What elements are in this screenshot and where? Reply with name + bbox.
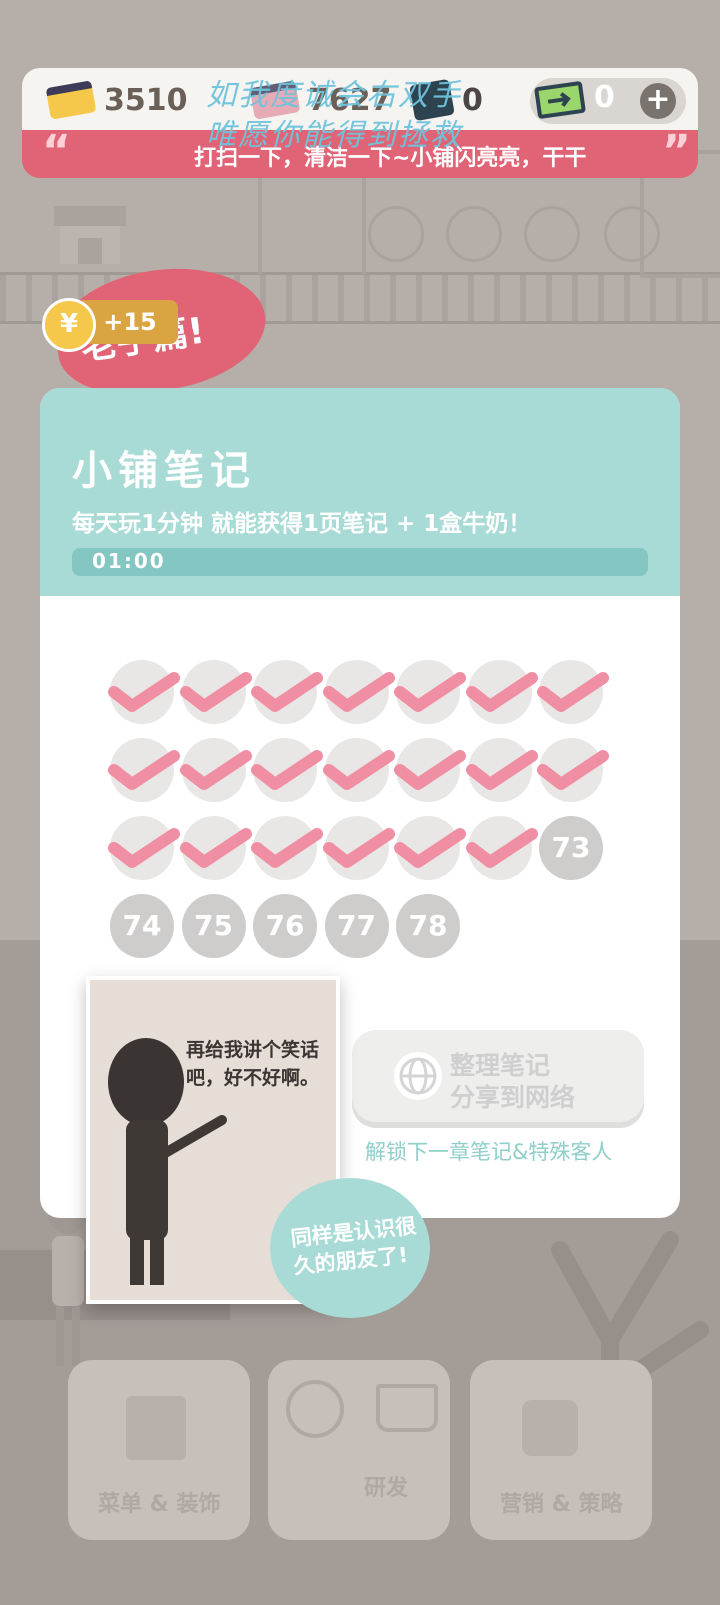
- checkmark-icon: [465, 672, 538, 712]
- day-checked: [251, 816, 323, 880]
- share-button[interactable]: 整理笔记 分享到网络: [352, 1030, 644, 1122]
- photo-speech-text: 再给我讲个笑话吧，好不好啊。: [186, 1039, 320, 1089]
- day-locked: 76: [253, 894, 317, 958]
- checkmark-icon: [251, 750, 323, 790]
- day-checked: [394, 738, 466, 802]
- checkmark-icon: [251, 828, 323, 868]
- checkmark-icon: [108, 750, 180, 790]
- day-checked: [322, 816, 395, 880]
- checkmark-icon: [179, 672, 252, 712]
- checkmark-icon: [251, 672, 323, 712]
- unlock-hint: 解锁下一章笔记&特殊客人: [365, 1140, 613, 1164]
- menu-tile-middle[interactable]: 研发: [268, 1360, 450, 1540]
- menu-right-label: 营销 & 策略: [500, 1492, 623, 1517]
- day-checked: [465, 738, 538, 802]
- checkmark-icon: [108, 828, 180, 868]
- checkmark-icon: [322, 828, 395, 868]
- day-checked: [108, 816, 180, 880]
- checkmark-icon: [465, 828, 538, 868]
- day-checked: [179, 816, 252, 880]
- day-checked: [465, 660, 538, 724]
- day-locked: 73: [539, 816, 603, 880]
- day-checked: [322, 738, 395, 802]
- checkmark-icon: [394, 750, 466, 790]
- share-label-line1: 整理笔记: [450, 1051, 551, 1080]
- basket-icon: [376, 1384, 438, 1432]
- day-locked: 75: [181, 894, 246, 958]
- day-checked: [179, 738, 252, 802]
- day-checked: [394, 660, 466, 724]
- day-checked: [465, 816, 538, 880]
- dice-icon: [522, 1400, 578, 1456]
- globe-icon: [394, 1052, 442, 1100]
- menu-tile-left[interactable]: 菜单 & 装饰: [68, 1360, 250, 1540]
- day-checked: [537, 738, 609, 802]
- day-checked: [108, 738, 180, 802]
- day-locked: 74: [110, 894, 174, 958]
- tickets-value: 0: [594, 80, 615, 115]
- add-currency-button[interactable]: +: [640, 83, 676, 119]
- menu-left-label: 菜单 & 装饰: [98, 1492, 221, 1517]
- checkmark-icon: [394, 828, 466, 868]
- currency-cards[interactable]: 3510: [45, 78, 188, 122]
- watermark-line1: 如我度诚会右双手: [206, 78, 462, 113]
- day-locked: 77: [324, 894, 389, 958]
- day-locked: 78: [396, 894, 460, 958]
- watermark-line2: 唯愿你能得到拯救: [206, 118, 462, 153]
- coin-icon: ¥: [42, 298, 96, 352]
- checkmark-icon: [537, 750, 609, 790]
- day-checked: [537, 660, 609, 724]
- checkmark-icon: [322, 750, 395, 790]
- day-checked: [251, 660, 323, 724]
- cards-value: 3510: [104, 82, 188, 118]
- day-checked: [394, 816, 466, 880]
- open-quote-icon: “: [42, 126, 71, 177]
- card-icon: [45, 80, 97, 120]
- reward-pill: +15: [82, 300, 178, 344]
- checkmark-icon: [465, 750, 538, 790]
- day-checked: [108, 660, 180, 724]
- checkmark-icon: [394, 672, 466, 712]
- menu-book-icon: [126, 1396, 186, 1460]
- menu-middle-label: 研发: [364, 1476, 409, 1501]
- checkmark-icon: [537, 672, 609, 712]
- close-quote-icon: ”: [662, 126, 691, 177]
- compass-icon: [286, 1380, 344, 1438]
- checkmark-icon: [179, 828, 252, 868]
- checkmark-icon: [179, 750, 252, 790]
- checkmark-icon: [322, 672, 395, 712]
- checkmark-icon: [108, 672, 180, 712]
- day-checked: [322, 660, 395, 724]
- phone-value: 0: [462, 82, 483, 118]
- ticket-icon: [534, 80, 586, 120]
- menu-tile-right[interactable]: 营销 & 策略: [470, 1360, 652, 1540]
- day-checked: [179, 660, 252, 724]
- day-checked: [251, 738, 323, 802]
- share-label-line2: 分享到网络: [450, 1083, 576, 1112]
